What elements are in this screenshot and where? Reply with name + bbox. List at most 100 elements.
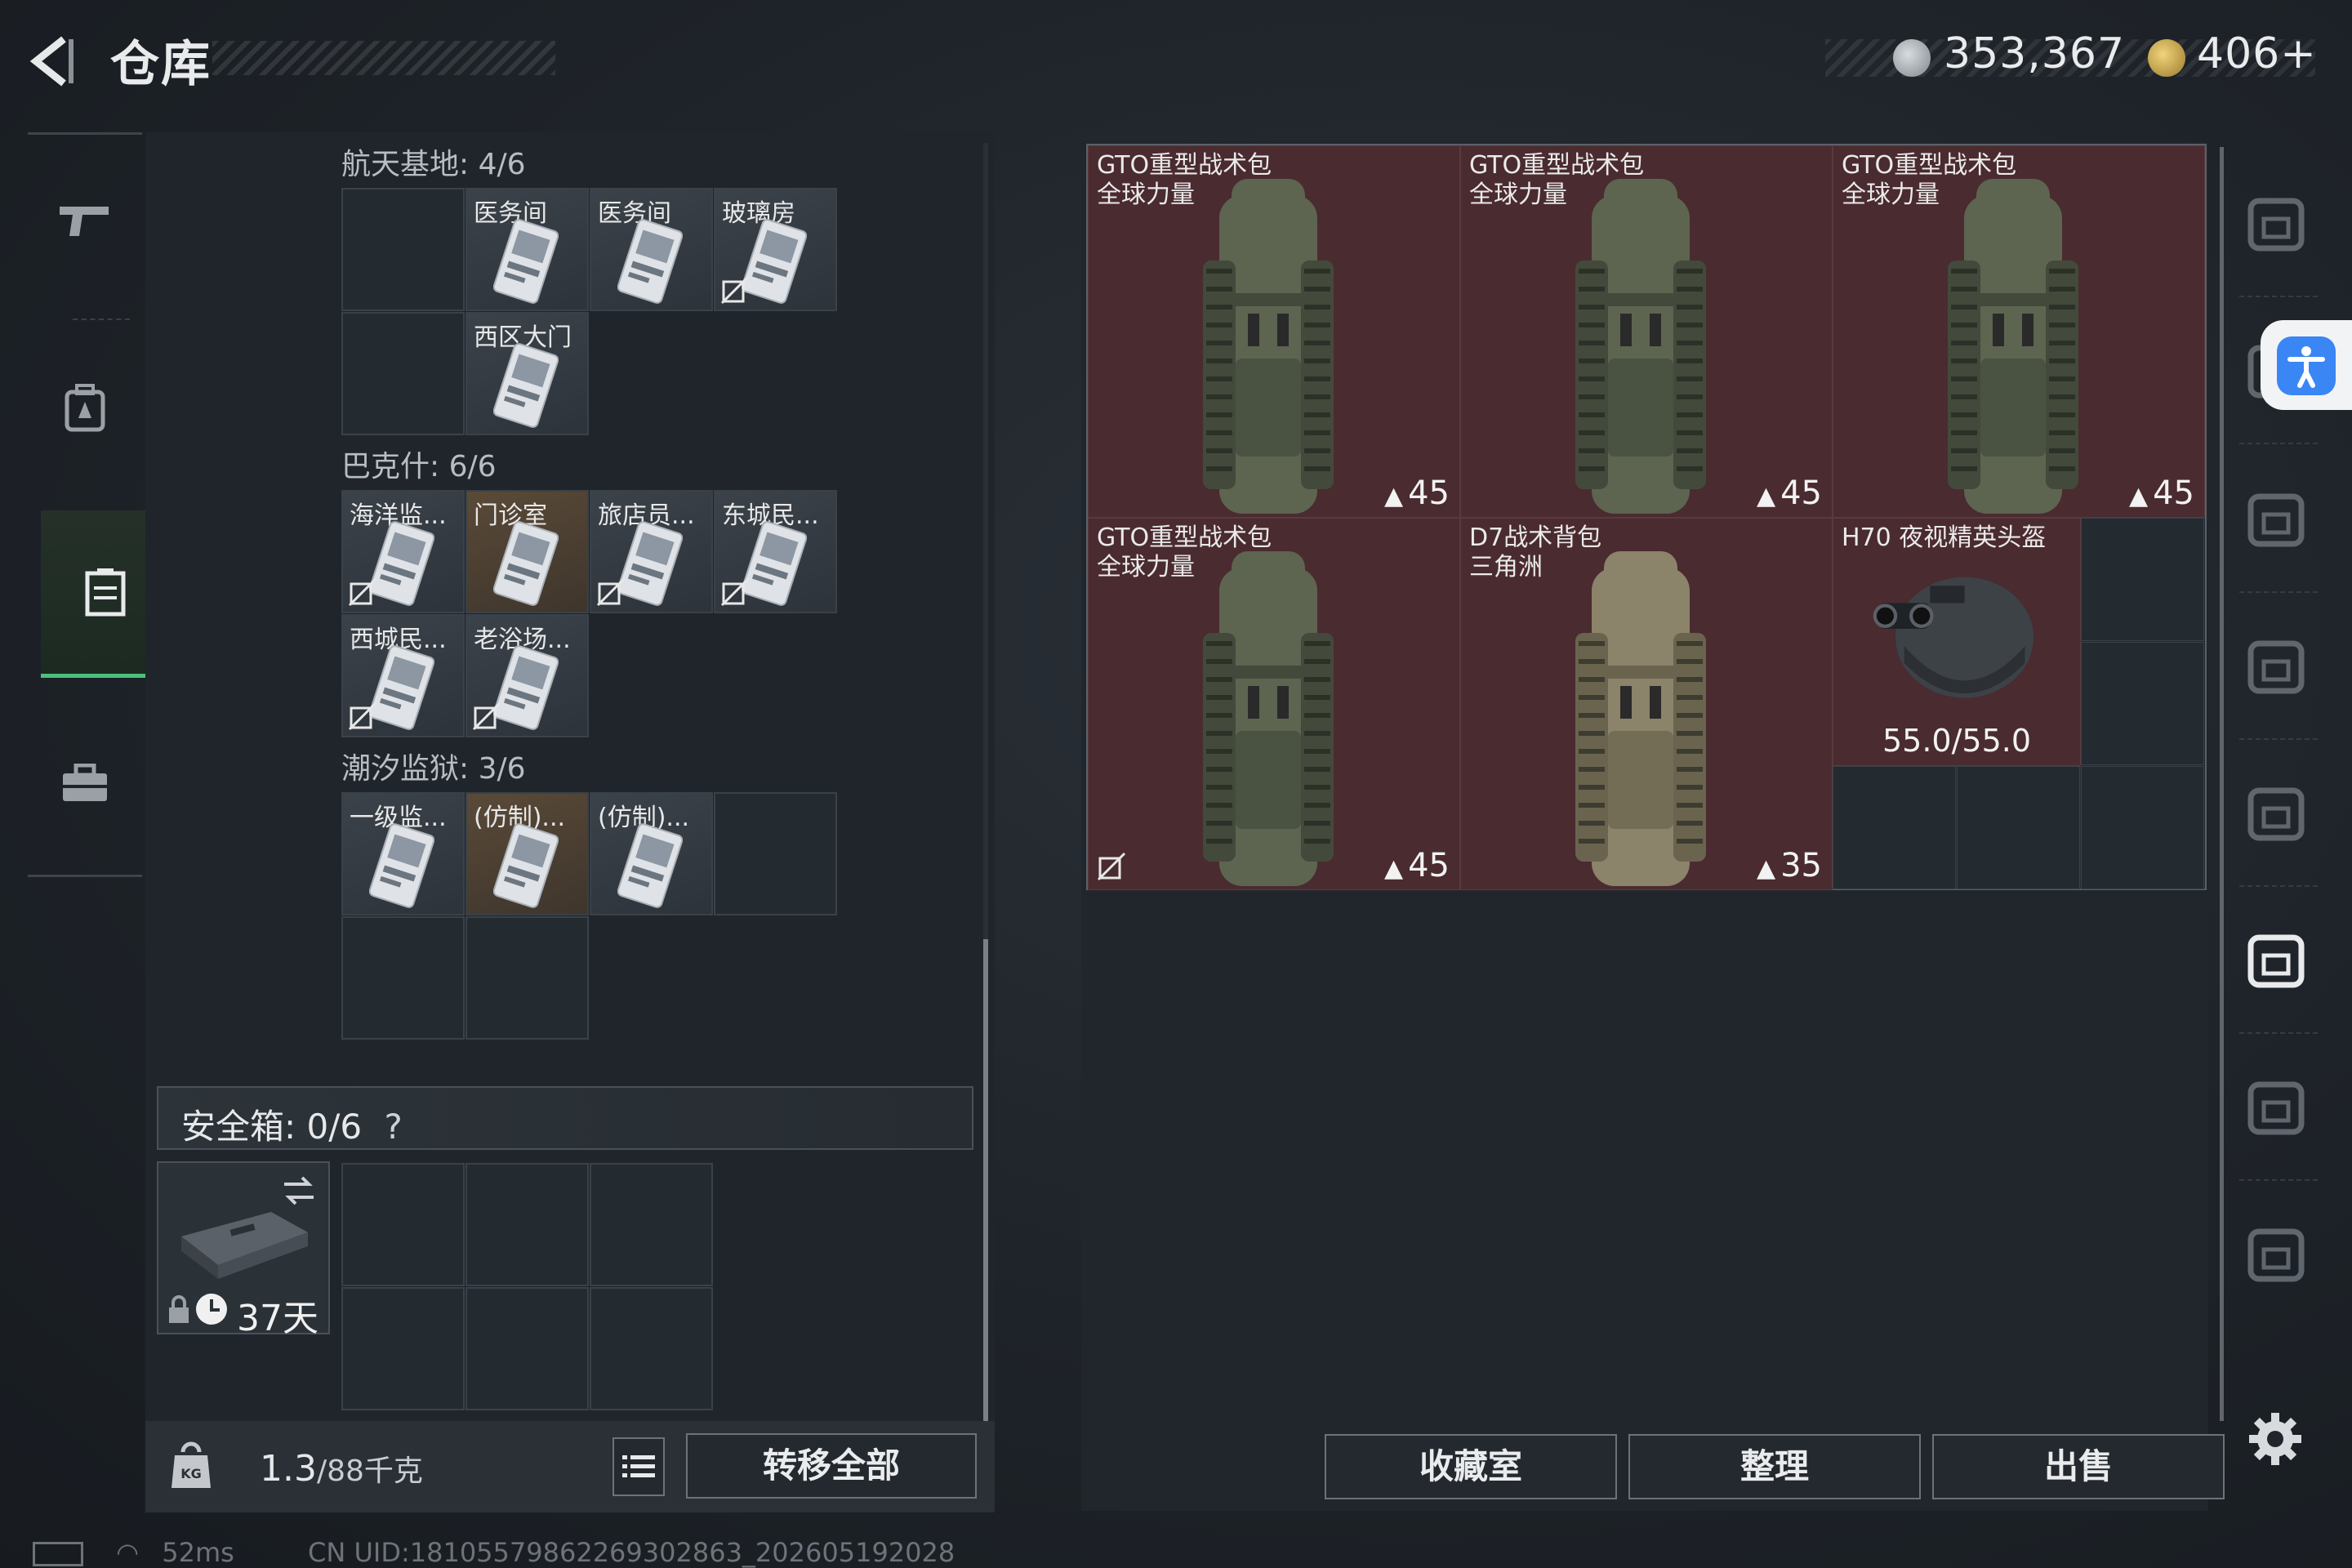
keycard-slot[interactable]: 老浴场... [466,614,589,737]
backpack-image [1948,179,2078,514]
weapon-icon [60,207,109,236]
empty-slot[interactable] [341,312,465,435]
swap-icon[interactable] [281,1174,317,1207]
item-name-line2: 全球力量 [1469,180,1567,209]
status-bar: ◠ 52ms CN UID:18105579862269302863_20260… [33,1537,955,1568]
keycard-slot[interactable]: 东城民... [714,490,837,613]
safe-box-empty-slot[interactable] [341,1163,465,1286]
back-arrow-icon[interactable] [24,33,82,90]
empty-slot[interactable] [714,792,837,915]
no-transfer-icon [596,577,626,607]
backpack-item[interactable]: GTO重型战术包 全球力量 ▲ 45 [1088,518,1460,890]
stash-empty-slot[interactable] [2081,642,2204,765]
section-label-tidal-prison: 潮汐监狱: 3/6 [341,752,526,786]
ping-readout: 52ms [162,1537,234,1568]
keycard-slot[interactable]: 医务间 [466,188,589,311]
keycard-slot[interactable]: 西区大门 [466,312,589,435]
item-name-line1: GTO重型战术包 [1842,151,2017,180]
backpack-item[interactable]: GTO重型战术包 全球力量 ▲ 45 [1833,145,2205,518]
safe-box-empty-slot[interactable] [590,1287,713,1410]
helmet-icon[interactable] [2239,186,2313,260]
list-view-button[interactable] [612,1437,665,1496]
item-name: GTO重型战术包 全球力量 [1097,151,1272,210]
capacity-value: 45 [1780,474,1822,512]
item-name-line1: GTO重型战术包 [1097,151,1272,180]
safe-box-empty-slot[interactable] [341,1287,465,1410]
item-name-line1: GTO重型战术包 [1097,523,1272,552]
keycard-icon [617,521,683,606]
gold-currency-amount[interactable]: 406+ [2197,29,2317,78]
keycard-icon [742,219,807,304]
settings-gear-icon[interactable] [2246,1410,2305,1468]
armor-iii-icon[interactable] [2239,482,2313,555]
capacity-icon: ▲ [1384,854,1404,883]
keycard-icon [493,645,559,730]
empty-slot[interactable] [341,916,465,1040]
item-name: GTO重型战术包 全球力量 [1469,151,1644,210]
empty-slot[interactable] [341,188,465,311]
case-iii-icon[interactable] [2239,1217,2313,1290]
stash-scrollbar[interactable] [2220,147,2224,1421]
list-icon [622,1455,655,1477]
sell-button[interactable]: 出售 [1932,1434,2225,1499]
backpack-item[interactable]: D7战术背包 三角洲 ▲ 35 [1460,518,1833,890]
safe-box-empty-slot[interactable] [466,1163,589,1286]
item-name-line2: 全球力量 [1842,180,1940,209]
help-icon[interactable]: ? [384,1107,402,1147]
case-iv-icon[interactable] [2239,1070,2313,1143]
nav-item-tools[interactable] [28,698,142,870]
item-name-line1: H70 夜视精英头盔 [1842,523,2047,552]
stash-empty-slot[interactable] [1833,766,1956,889]
stash-empty-slot[interactable] [2081,766,2204,889]
keycard-icon [493,219,559,304]
accessibility-button[interactable] [2261,320,2352,410]
keycard-scrollbar-thumb[interactable] [983,939,988,1421]
keycard-slot[interactable]: 玻璃房 [714,188,837,311]
keycard-slot[interactable]: (仿制)... [590,792,713,915]
stash-empty-slot[interactable] [2081,518,2204,641]
sidebar-separator [2239,738,2318,740]
keycard-slot[interactable]: (仿制)... [466,792,589,915]
capacity-value: 45 [2153,474,2194,512]
item-name-line1: GTO重型战术包 [1469,151,1645,180]
no-transfer-icon [472,702,501,731]
no-transfer-icon [720,275,750,305]
item-name: D7战术背包 三角洲 [1469,523,1601,582]
safe-box-empty-slot[interactable] [590,1163,713,1286]
keycard-slot[interactable]: 医务间 [590,188,713,311]
pouch-iii-icon[interactable] [2239,923,2313,996]
no-transfer-icon [348,577,377,607]
rig-iv-icon[interactable] [2239,629,2313,702]
collection-room-button[interactable]: 收藏室 [1325,1434,1617,1499]
keycard-slot[interactable]: 一级监... [341,792,465,915]
stash-empty-slot[interactable] [1957,766,2080,889]
nav-item-weapons[interactable] [28,135,142,306]
organize-button[interactable]: 整理 [1628,1434,1921,1499]
nav-item-backpacks[interactable] [28,323,142,494]
safe-box-empty-slot[interactable] [466,1287,589,1410]
item-name-line1: D7战术背包 [1469,523,1602,552]
keycard-icon [493,823,559,908]
backpack-item[interactable]: GTO重型战术包 全球力量 ▲ 45 [1088,145,1460,518]
keycard-slot[interactable]: 海洋监... [341,490,465,613]
empty-slot[interactable] [466,916,589,1040]
weight-icon: KG [172,1441,211,1488]
left-nav [28,132,170,877]
rig-v-icon[interactable] [2239,776,2313,849]
helmet-item[interactable]: H70 夜视精英头盔 55.0/55.0 [1833,518,2081,766]
silver-currency-amount: 353,367 [1944,29,2126,78]
transfer-all-button[interactable]: 转移全部 [686,1433,977,1499]
sidebar-separator [2239,443,2318,444]
keycard-slot[interactable]: 西城民... [341,614,465,737]
item-name: H70 夜视精英头盔 [1842,523,2046,553]
keycard-slot[interactable]: 旅店员... [590,490,713,613]
item-capacity: ▲ 45 [2129,474,2194,512]
item-name-line2: 全球力量 [1097,553,1195,581]
backpack-item[interactable]: GTO重型战术包 全球力量 ▲ 45 [1460,145,1833,518]
item-durability: 55.0/55.0 [1882,723,2032,759]
keycard-slot[interactable]: 门诊室 [466,490,589,613]
title-decoration [212,41,555,75]
backpack-image [1575,551,1706,886]
battery-icon [33,1542,83,1566]
keycard-icon [493,521,559,606]
